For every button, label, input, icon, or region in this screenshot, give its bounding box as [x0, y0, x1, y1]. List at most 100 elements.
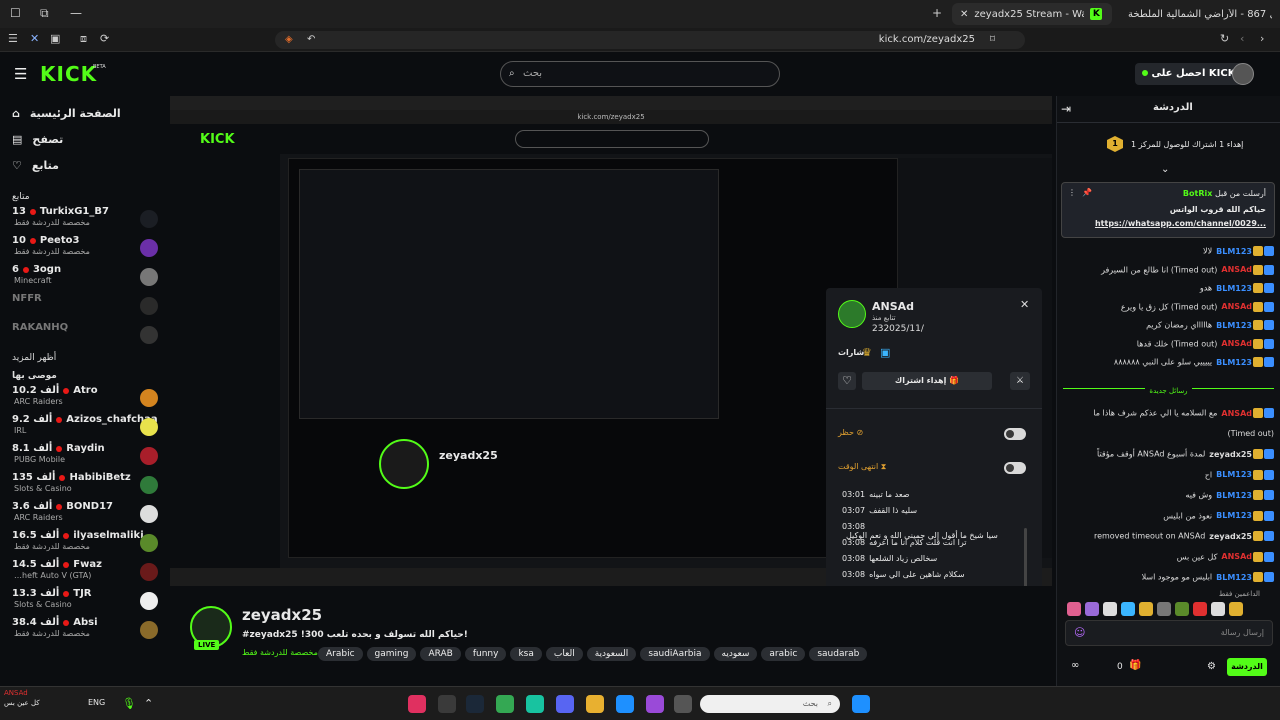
- kicks-icon[interactable]: ∞: [1071, 660, 1079, 671]
- stream-tag[interactable]: ksa: [510, 647, 542, 661]
- stream-tag[interactable]: funny: [464, 647, 507, 661]
- sidebar-channel[interactable]: 10 Peeto3 مخصصة للدردشة فقط: [0, 235, 168, 264]
- window-menu-icon[interactable]: ☐: [10, 6, 21, 20]
- sidebar-toggle-icon[interactable]: ☰: [8, 32, 18, 45]
- steam-icon[interactable]: [466, 695, 484, 713]
- play-icon[interactable]: [496, 695, 514, 713]
- bookmark-icon[interactable]: ⌑: [990, 31, 995, 49]
- sidebar-channel[interactable]: NFFR: [0, 293, 168, 322]
- sidebar-channel[interactable]: 3.6 ألف BOND17 ARC Raiders: [0, 501, 168, 530]
- nav-following[interactable]: ♡ متابع: [0, 152, 168, 178]
- emote-icon[interactable]: [1139, 602, 1153, 616]
- emote-icon[interactable]: [1121, 602, 1135, 616]
- emote-icon[interactable]: [1085, 602, 1099, 616]
- share-icon[interactable]: ↶: [307, 31, 315, 49]
- emote-icon[interactable]: [1229, 602, 1243, 616]
- pinned-link[interactable]: https://whatsapp.com/channel/0029...: [1095, 219, 1266, 228]
- tab-active[interactable]: ✕ zeyadx25 Stream - Watch Live o K: [952, 3, 1112, 25]
- windows-start-icon[interactable]: [852, 695, 870, 713]
- tab-other[interactable]: الفصل 867 - الأراضي الشمالية الملطخة: [1120, 3, 1280, 25]
- stream-tag[interactable]: Arabic: [318, 647, 363, 661]
- taskbar-notif[interactable]: كل عين بس: [4, 699, 40, 707]
- chat-send-button[interactable]: الدردشة: [1227, 658, 1267, 676]
- nav-home[interactable]: ⌂ الصفحة الرئيسية: [0, 100, 168, 126]
- sidebar-channel[interactable]: 135 ألف HabibiBetz Slots & Casino: [0, 472, 168, 501]
- collections-icon[interactable]: ⧈: [80, 32, 87, 46]
- show-more-link[interactable]: أظهر المزيد: [0, 353, 168, 363]
- gift-icon[interactable]: 🎁: [1129, 660, 1141, 671]
- edge-icon[interactable]: [616, 695, 634, 713]
- app-icon[interactable]: [408, 695, 426, 713]
- gift-sub-button[interactable]: إهداء اشتراك 🎁: [862, 372, 992, 390]
- emote-icon[interactable]: ☺: [1074, 626, 1085, 639]
- folder-icon[interactable]: [586, 695, 604, 713]
- kick-logo[interactable]: KICK: [40, 62, 97, 86]
- chat-username[interactable]: BLM123: [1216, 470, 1252, 479]
- reload-icon[interactable]: ↻: [1220, 32, 1229, 45]
- stream-tag[interactable]: saudarab: [809, 647, 868, 661]
- chat-username[interactable]: BLM123: [1216, 321, 1252, 330]
- chat-username[interactable]: ANSAd: [1221, 339, 1252, 348]
- streamer-name[interactable]: zeyadx25: [242, 606, 322, 624]
- sidebar-channel[interactable]: 9.2 ألف Azizos_chafchaa IRL: [0, 414, 168, 443]
- taskbar-lang[interactable]: ENG: [88, 698, 105, 707]
- chat-username[interactable]: BLM123: [1216, 284, 1252, 293]
- close-icon[interactable]: ✕: [1020, 298, 1029, 311]
- settings-icon[interactable]: ⚙: [1207, 661, 1216, 672]
- stream-category[interactable]: مخصصة للدردشة فقط: [242, 648, 318, 657]
- panel-icon[interactable]: ▣: [50, 32, 60, 45]
- user-avatar[interactable]: [1232, 63, 1254, 85]
- more-icon[interactable]: ⋮: [1068, 188, 1076, 197]
- brave-shield-icon[interactable]: ◈: [285, 31, 293, 49]
- sidebar-channel[interactable]: 10.2 ألف Atro ARC Raiders: [0, 385, 168, 414]
- mic-icon[interactable]: 🎙: [122, 697, 136, 710]
- sidebar-channel[interactable]: 13.3 ألف TJR Slots & Casino: [0, 588, 168, 617]
- back-icon[interactable]: ‹: [1240, 32, 1244, 45]
- url-field[interactable]: kick.com/zeyadx25 ◈ ↶ ⌑: [275, 31, 1025, 49]
- sidebar-channel[interactable]: 14.5 ألف Fwaz …heft Auto V (GTA): [0, 559, 168, 588]
- collapse-chat-icon[interactable]: ⇥: [1061, 102, 1071, 116]
- stream-tag[interactable]: gaming: [366, 647, 417, 661]
- copilot-icon[interactable]: [646, 695, 664, 713]
- new-tab-icon[interactable]: +: [932, 6, 942, 20]
- settings-app-icon[interactable]: [438, 695, 456, 713]
- ban-toggle[interactable]: [1004, 428, 1026, 440]
- follow-heart-button[interactable]: ♡: [838, 372, 856, 390]
- gift-banner[interactable]: إهداء 1 اشتراك للوصول للمركز 1: [1131, 140, 1243, 149]
- emote-icon[interactable]: [1157, 602, 1171, 616]
- menu-icon[interactable]: ☰: [14, 65, 27, 83]
- timeout-toggle[interactable]: [1004, 462, 1026, 474]
- tab-close-icon[interactable]: ✕: [960, 9, 968, 20]
- emote-icon[interactable]: [1211, 602, 1225, 616]
- sync-icon[interactable]: ⟳: [100, 32, 109, 45]
- chevron-down-icon[interactable]: ⌄: [1161, 164, 1169, 175]
- stream-tag[interactable]: arabic: [761, 647, 806, 661]
- chat-username[interactable]: zeyadx25: [1209, 532, 1252, 541]
- stream-tag[interactable]: السعودية: [586, 647, 637, 661]
- emote-icon[interactable]: [1193, 602, 1207, 616]
- search-input[interactable]: ⌕ بحث: [500, 61, 780, 87]
- pin-icon[interactable]: 📌: [1082, 188, 1092, 197]
- chat-username[interactable]: ANSAd: [1221, 302, 1252, 311]
- chevron-up-icon[interactable]: ⌃: [144, 697, 153, 710]
- stream-tag[interactable]: سعوديه: [713, 647, 758, 661]
- taskbar-search[interactable]: بحث ⌕: [700, 695, 840, 713]
- app2-icon[interactable]: [526, 695, 544, 713]
- chat-username[interactable]: zeyadx25: [1209, 450, 1252, 459]
- forward-icon[interactable]: ›: [1260, 32, 1264, 45]
- sidebar-channel[interactable]: 38.4 ألف Absi مخصصة للدردشة فقط: [0, 617, 168, 646]
- chat-username[interactable]: BLM123: [1216, 358, 1252, 367]
- stream-tag[interactable]: العاب: [545, 647, 583, 661]
- sidebar-channel[interactable]: 6 3ogn Minecraft: [0, 264, 168, 293]
- chat-username[interactable]: BLM123: [1216, 491, 1252, 500]
- stream-tag[interactable]: saudiAarbia: [640, 647, 710, 661]
- window-restore-icon[interactable]: ⧉: [40, 6, 49, 21]
- stream-tag[interactable]: ARAB: [420, 647, 461, 661]
- chat-input[interactable]: إرسال رسالة ☺: [1065, 620, 1273, 646]
- sidebar-channel[interactable]: 13 TurkixG1_B7 مخصصة للدردشة فقط: [0, 206, 168, 235]
- taskview-icon[interactable]: [674, 695, 692, 713]
- chat-username[interactable]: ANSAd: [1221, 409, 1252, 418]
- extension-icon[interactable]: ✕: [30, 32, 39, 45]
- emote-icon[interactable]: [1175, 602, 1189, 616]
- chat-username[interactable]: ANSAd: [1221, 265, 1252, 274]
